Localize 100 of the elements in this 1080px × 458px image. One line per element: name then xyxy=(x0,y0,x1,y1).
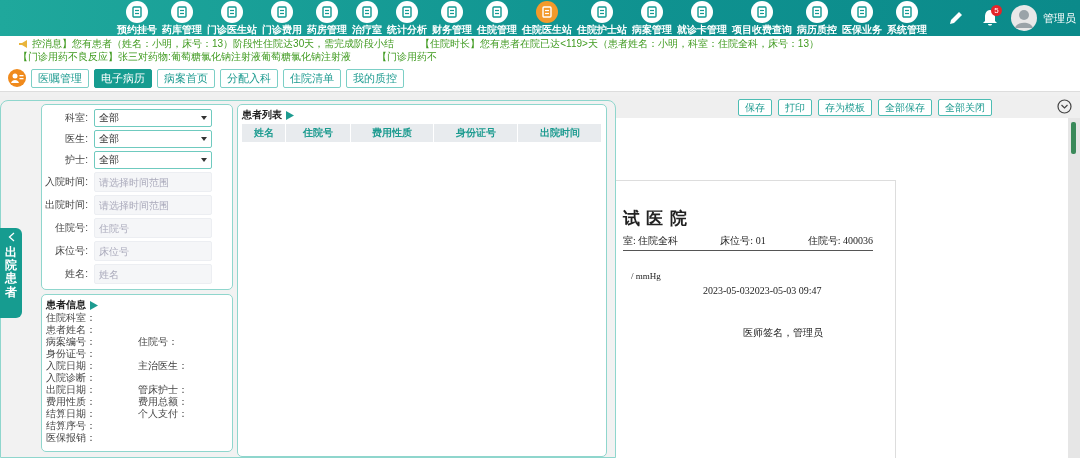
nav-button[interactable]: 病历质控 xyxy=(795,0,839,36)
side-tab[interactable]: 出院患者 xyxy=(0,228,22,318)
nav-button[interactable]: 住院护士站 xyxy=(575,0,629,36)
nav-button[interactable]: 门诊医生站 xyxy=(205,0,259,36)
pencil-icon xyxy=(948,10,964,26)
notice-text: 【住院时长】您有患者在院已达<119>天（患者姓名：小明，科室：住院全科，床号：13） xyxy=(420,38,819,50)
info-label: 住院号： xyxy=(138,336,179,348)
info-label: 结算序号： xyxy=(46,420,97,432)
section-title: 患者信息 xyxy=(46,298,86,312)
document-icon xyxy=(131,6,143,18)
nav-button[interactable]: 财务管理 xyxy=(430,0,474,36)
input-field[interactable]: 姓名 xyxy=(94,264,212,284)
info-label: 住院科室： xyxy=(46,312,97,324)
nav-button[interactable]: 药库管理 xyxy=(160,0,204,36)
nav-button[interactable]: 住院管理 xyxy=(475,0,519,36)
nav-button[interactable]: 治疗室 xyxy=(350,0,384,36)
scrollbar[interactable] xyxy=(1068,118,1080,458)
play-icon[interactable] xyxy=(90,300,98,310)
info-label: 费用性质： xyxy=(46,396,97,408)
module-tab[interactable]: 医嘱管理 xyxy=(31,68,89,88)
module-tab[interactable]: 分配入科 xyxy=(220,68,278,88)
info-label: 医保报销： xyxy=(46,432,97,444)
nav-button[interactable]: 系统管理 xyxy=(885,0,929,36)
document-icon xyxy=(756,6,768,18)
caret-icon xyxy=(201,137,207,141)
document-field: 室: 住院全科 xyxy=(623,234,679,248)
module-tab[interactable]: 病案首页 xyxy=(157,68,215,88)
document-icon xyxy=(176,6,188,18)
input-field[interactable]: 请选择时间范围 xyxy=(94,172,212,192)
toolbar-button[interactable]: 全部保存 xyxy=(878,98,932,116)
info-label: 管床护士： xyxy=(138,384,189,396)
notice-text: 控消息】您有患者（姓名：小明，床号：13）阶段性住院达30天，需完成阶段小结 xyxy=(32,38,395,50)
toolbar-button[interactable]: 存为模板 xyxy=(818,98,872,116)
nav-button[interactable]: 药房管理 xyxy=(305,0,349,36)
document-title: 试 医 院 xyxy=(623,208,689,230)
nav-button[interactable]: 就诊卡管理 xyxy=(675,0,729,36)
input-field[interactable]: 住院号 xyxy=(94,218,212,238)
info-label: 主治医生： xyxy=(138,360,189,372)
input-field[interactable]: 床位号 xyxy=(94,241,212,261)
bell-icon xyxy=(982,9,998,27)
collapse-button[interactable] xyxy=(1057,99,1072,114)
document-text: / mmHg xyxy=(631,271,662,281)
play-icon[interactable] xyxy=(286,110,294,120)
notification-badge: 5 xyxy=(991,5,1002,16)
info-label: 身份证号： xyxy=(46,348,97,360)
nav-button[interactable]: 医保业务 xyxy=(840,0,884,36)
toolbar-button[interactable]: 保存 xyxy=(738,98,772,116)
nav-button[interactable]: 项目收费查询 xyxy=(730,0,794,36)
module-tab[interactable]: 我的质控 xyxy=(346,68,404,88)
avatar-icon[interactable] xyxy=(1011,5,1037,31)
input-field[interactable]: 请选择时间范围 xyxy=(94,195,212,215)
nav-button[interactable]: 统计分析 xyxy=(385,0,429,36)
megaphone-icon xyxy=(18,39,29,49)
notice-text: 【门诊用药不 xyxy=(376,51,437,63)
document-icon xyxy=(276,6,288,18)
dropdown[interactable]: 全部 xyxy=(94,109,212,127)
toolbar-button[interactable]: 打印 xyxy=(778,98,812,116)
notifications-button[interactable]: 5 xyxy=(977,5,1003,31)
document-icon xyxy=(226,6,238,18)
document-icon xyxy=(596,6,608,18)
info-label: 入院诊断： xyxy=(46,372,97,384)
column-header[interactable]: 出院时间 xyxy=(517,124,602,142)
info-label: 个人支付： xyxy=(138,408,189,420)
dropdown[interactable]: 全部 xyxy=(94,130,212,148)
doctor-icon xyxy=(8,69,26,87)
field-label: 姓名: xyxy=(64,267,88,281)
nav-button[interactable]: 住院医生站 xyxy=(520,0,574,36)
caret-icon xyxy=(201,158,207,162)
field-label: 住院号: xyxy=(54,221,88,235)
field-label: 出院时间: xyxy=(44,198,88,212)
caret-icon xyxy=(201,116,207,120)
toolbar-button[interactable]: 全部关闭 xyxy=(938,98,992,116)
nav-button[interactable]: 病案管理 xyxy=(630,0,674,36)
info-label: 结算日期： xyxy=(46,408,97,420)
document-signature: 医师签名，管理员 xyxy=(743,326,824,340)
document-field: 床位号: 01 xyxy=(720,234,766,248)
nav-button[interactable]: 预约挂号 xyxy=(115,0,159,36)
info-label: 费用总额： xyxy=(138,396,189,408)
document-field: 住院号: 400036 xyxy=(807,234,873,248)
document-icon xyxy=(901,6,913,18)
user-name: 管理员 xyxy=(1043,10,1076,26)
document-icon xyxy=(696,6,708,18)
field-label: 床位号: xyxy=(54,244,88,258)
column-header[interactable]: 费用性质 xyxy=(350,124,434,142)
chevron-left-icon xyxy=(7,232,15,242)
column-header[interactable]: 身份证号 xyxy=(433,124,518,142)
document-icon xyxy=(321,6,333,18)
column-header[interactable]: 姓名 xyxy=(242,124,286,142)
dropdown[interactable]: 全部 xyxy=(94,151,212,169)
info-label: 患者姓名： xyxy=(46,324,97,336)
info-label: 入院日期： xyxy=(46,360,97,372)
nav-button[interactable]: 门诊费用 xyxy=(260,0,304,36)
document-icon xyxy=(811,6,823,18)
column-header[interactable]: 住院号 xyxy=(285,124,351,142)
module-tab[interactable]: 电子病历 xyxy=(94,68,152,88)
module-tab[interactable]: 住院清单 xyxy=(283,68,341,88)
field-label: 科室: xyxy=(64,111,88,125)
document-icon xyxy=(491,6,503,18)
document-icon xyxy=(401,6,413,18)
document-icon xyxy=(646,6,658,18)
